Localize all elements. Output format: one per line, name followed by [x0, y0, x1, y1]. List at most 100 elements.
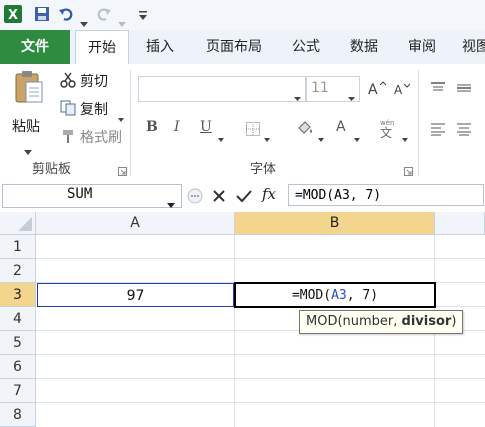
row-header-5[interactable]: 5: [0, 331, 36, 355]
underline-dropdown-icon[interactable]: [218, 127, 224, 146]
clipboard-launcher-icon[interactable]: [118, 161, 127, 180]
formula-input[interactable]: =MOD(A3, 7): [288, 184, 484, 206]
tooltip-current-arg: divisor: [401, 314, 452, 329]
paste-button[interactable]: 粘贴: [8, 70, 48, 155]
row-header-8[interactable]: 8: [0, 403, 36, 427]
paste-icon: [14, 70, 44, 108]
ribbon-home: 粘贴 剪切 复制 格式刷 剪贴板 11 A A B I U A wén 文 字体: [0, 64, 485, 181]
font-size-value: 11: [311, 80, 329, 96]
scissors-icon: [60, 72, 76, 92]
tab-file[interactable]: 文件: [0, 30, 70, 64]
gridline: [36, 354, 485, 355]
row-header-6[interactable]: 6: [0, 355, 36, 379]
border-icon[interactable]: [246, 121, 260, 140]
column-header-b[interactable]: B: [235, 212, 435, 235]
cut-label: 剪切: [80, 74, 108, 90]
undo-icon[interactable]: [58, 6, 74, 22]
paste-dropdown-icon: [24, 140, 32, 159]
cell-a3[interactable]: 97: [37, 283, 234, 307]
group-separator: [130, 70, 131, 176]
paste-label: 粘贴: [12, 119, 40, 135]
copy-icon: [60, 100, 76, 120]
fill-color-dropdown-icon[interactable]: [318, 127, 324, 146]
name-box[interactable]: SUM: [2, 184, 182, 208]
decrease-font-size-icon[interactable]: A: [394, 81, 411, 100]
italic-button[interactable]: I: [174, 119, 180, 135]
align-center-icon[interactable]: [456, 121, 472, 140]
tab-page-layout[interactable]: 页面布局: [196, 30, 272, 64]
bold-button[interactable]: B: [146, 119, 158, 135]
name-box-dropdown-icon[interactable]: [167, 193, 175, 212]
increase-font-size-icon[interactable]: A: [368, 80, 387, 100]
function-tooltip: MOD(number, divisor): [299, 310, 464, 334]
row-header-2[interactable]: 2: [0, 259, 36, 283]
tab-formulas[interactable]: 公式: [282, 30, 330, 64]
tab-insert[interactable]: 插入: [136, 30, 184, 64]
formula-bar: SUM fx =MOD(A3, 7): [0, 180, 485, 213]
border-dropdown-icon[interactable]: [264, 127, 270, 146]
quick-access-toolbar: X: [0, 0, 485, 31]
tab-home[interactable]: 开始: [75, 30, 129, 66]
row-header-7[interactable]: 7: [0, 379, 36, 403]
format-painter-button[interactable]: 格式刷: [58, 126, 128, 148]
gridline: [234, 235, 235, 427]
svg-text:文: 文: [380, 125, 392, 139]
align-left-icon[interactable]: [430, 121, 446, 140]
phonetic-dropdown-icon[interactable]: [402, 127, 408, 146]
font-name-dropdown-icon: [294, 86, 301, 105]
svg-text:A: A: [368, 82, 378, 96]
redo-dropdown-icon[interactable]: [118, 12, 126, 28]
cell-b3-formula-prefix: =MOD(: [291, 288, 332, 303]
phonetic-guide-icon[interactable]: wén 文: [376, 117, 398, 143]
cancel-icon[interactable]: [212, 188, 226, 207]
name-box-value: SUM: [67, 186, 93, 202]
enter-icon[interactable]: [236, 188, 252, 207]
align-top-icon[interactable]: [430, 80, 446, 99]
save-icon[interactable]: [34, 6, 50, 22]
fill-color-icon[interactable]: [296, 119, 314, 139]
clipboard-group-label: 剪贴板: [32, 162, 72, 177]
cell-b3-formula-suffix: , 7): [346, 288, 379, 303]
tab-review[interactable]: 审阅: [398, 30, 446, 64]
format-painter-icon: [60, 128, 76, 148]
gridline: [36, 402, 485, 403]
font-launcher-icon[interactable]: [404, 161, 413, 180]
underline-button[interactable]: U: [200, 119, 212, 135]
excel-logo-icon: X: [4, 5, 22, 23]
row-header-4[interactable]: 4: [0, 307, 36, 331]
formula-bar-grip-icon[interactable]: [186, 188, 204, 208]
font-color-dropdown-icon[interactable]: [354, 127, 360, 146]
svg-text:X: X: [8, 8, 18, 23]
cut-button[interactable]: 剪切: [58, 70, 128, 92]
cell-b3-reference: A3: [331, 288, 347, 303]
tooltip-close: ): [451, 314, 457, 329]
format-painter-label: 格式刷: [80, 130, 122, 146]
row-header-3[interactable]: 3: [0, 283, 36, 307]
align-middle-icon[interactable]: [456, 80, 472, 99]
tab-data[interactable]: 数据: [340, 30, 388, 64]
cell-b3[interactable]: =MOD(A3, 7): [234, 282, 436, 308]
redo-icon[interactable]: [96, 6, 112, 22]
tab-view[interactable]: 视图: [456, 30, 485, 64]
copy-button[interactable]: 复制: [58, 98, 128, 122]
undo-dropdown-icon[interactable]: [80, 12, 88, 28]
group-separator: [418, 70, 419, 176]
column-header-a[interactable]: A: [36, 212, 235, 235]
select-all-corner[interactable]: [0, 212, 36, 235]
font-group-label: 字体: [250, 162, 277, 177]
ribbon-tabs: 文件 开始 插入 页面布局 公式 数据 审阅 视图: [0, 30, 485, 66]
font-size-box[interactable]: 11: [306, 76, 360, 102]
row-header-1[interactable]: 1: [0, 235, 36, 259]
worksheet-grid[interactable]: A B 1 2 3 4 5 6 7 8 97 =MOD(A3, 7) MOD(n…: [0, 212, 485, 427]
copy-dropdown-icon: [118, 107, 124, 126]
svg-text:A: A: [394, 83, 403, 96]
font-name-box[interactable]: [138, 76, 306, 102]
cell-a3-value: 97: [126, 288, 145, 304]
customize-qat-icon[interactable]: [138, 6, 148, 22]
gridline: [36, 378, 485, 379]
insert-function-icon[interactable]: fx: [262, 185, 276, 203]
column-header-c[interactable]: [435, 212, 485, 235]
copy-label: 复制: [80, 102, 108, 118]
svg-text:A: A: [336, 119, 346, 135]
font-color-icon[interactable]: A: [334, 118, 350, 139]
